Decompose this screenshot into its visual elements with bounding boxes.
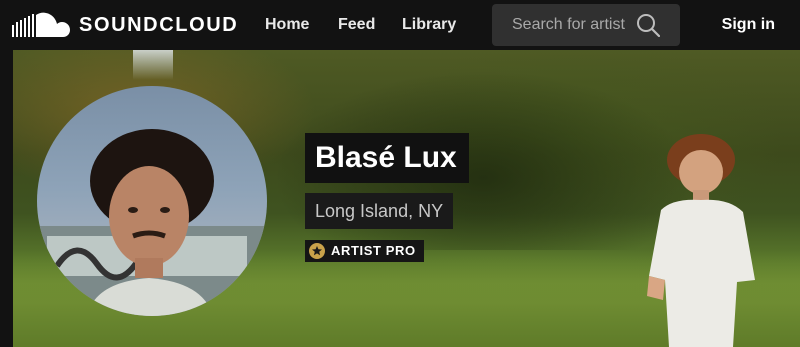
profile-banner: Blasé Lux Long Island, NY ARTIST PRO <box>13 50 800 347</box>
nav-feed[interactable]: Feed <box>338 0 375 50</box>
artist-pro-badge: ARTIST PRO <box>305 240 424 262</box>
search-icon[interactable] <box>636 13 660 37</box>
sign-in-link[interactable]: Sign in <box>722 0 775 50</box>
artist-name: Blasé Lux <box>305 133 469 183</box>
star-icon <box>309 243 325 259</box>
search-input[interactable] <box>492 4 642 46</box>
banner-sky <box>133 50 173 80</box>
badge-label: ARTIST PRO <box>331 243 416 258</box>
banner-person-figure <box>647 134 755 347</box>
soundcloud-logo[interactable]: SOUNDCLOUD <box>12 10 238 40</box>
avatar-portrait <box>37 129 267 316</box>
brand-wordmark: SOUNDCLOUD <box>79 14 239 36</box>
artist-location: Long Island, NY <box>305 193 454 229</box>
nav-library[interactable]: Library <box>402 0 456 50</box>
soundcloud-cloud-icon <box>12 12 70 37</box>
nav-home[interactable]: Home <box>265 0 309 50</box>
artist-avatar[interactable] <box>37 86 267 316</box>
search-box <box>492 4 680 46</box>
top-navigation-bar: SOUNDCLOUD Home Feed Library Sign in <box>0 0 800 50</box>
